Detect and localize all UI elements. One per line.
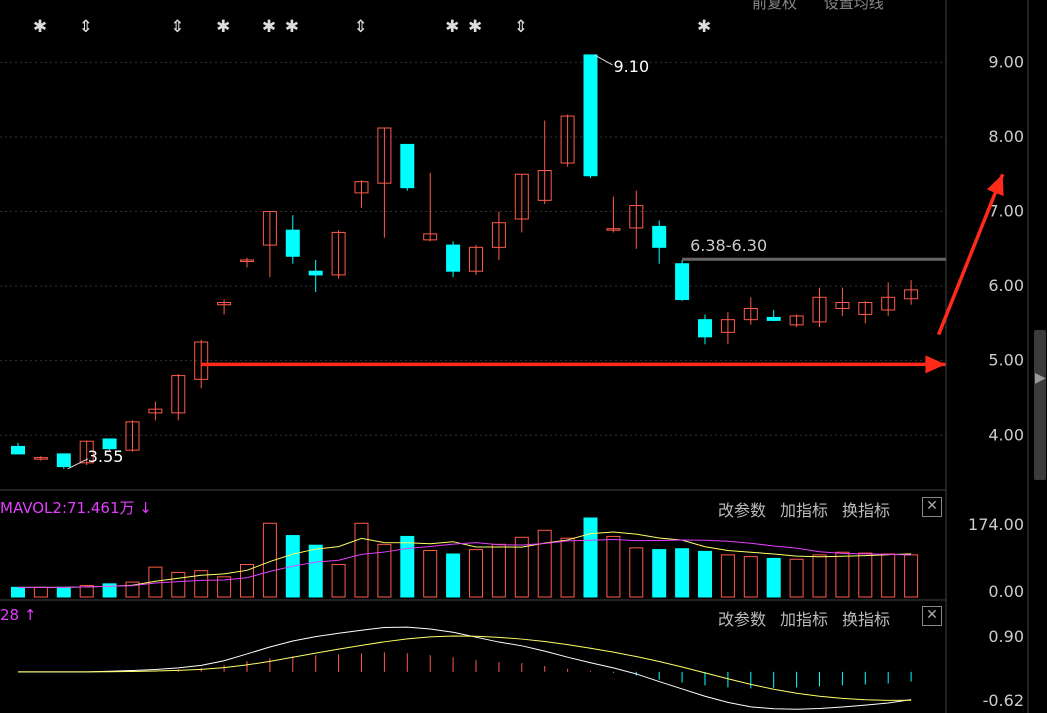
event-marker-icon[interactable]: ✱ <box>262 17 276 37</box>
candle-body[interactable] <box>446 244 461 272</box>
volume-bar[interactable] <box>240 564 254 598</box>
volume-bar[interactable] <box>789 558 804 598</box>
event-marker-icon[interactable]: ✱ <box>216 17 230 37</box>
link-set-ma[interactable]: 设置均线 <box>824 0 884 12</box>
event-marker-icon[interactable]: ⇕ <box>170 17 184 37</box>
macd-dif-line <box>18 626 912 710</box>
price-tick-label: 6.00 <box>988 276 1024 295</box>
macd-tick-label: -0.62 <box>983 691 1024 710</box>
volume-bar[interactable] <box>171 571 186 598</box>
price-tick-label: 9.00 <box>988 52 1024 71</box>
volume-add-indicator-button[interactable]: 加指标 <box>780 497 828 521</box>
candle-body[interactable] <box>400 143 415 189</box>
candle-body[interactable] <box>675 263 690 301</box>
volume-bar[interactable] <box>469 549 483 598</box>
price-tick-label: 4.00 <box>988 425 1024 444</box>
event-marker-icon[interactable]: ⇕ <box>79 17 93 37</box>
volume-switch-indicator-button[interactable]: 换指标 <box>842 497 890 521</box>
volume-bar[interactable] <box>400 535 415 598</box>
volume-bar[interactable] <box>354 522 369 598</box>
top-links: 前复权 设置均线 <box>752 0 906 13</box>
macd-indicator-label: 28 ↑ <box>0 606 37 624</box>
volume-bar[interactable] <box>423 549 438 598</box>
gap-line <box>682 257 946 261</box>
volume-bar[interactable] <box>583 517 598 598</box>
volume-bar[interactable] <box>491 543 506 598</box>
volume-bar[interactable] <box>720 554 735 598</box>
volume-toolbar: 改参数 加指标 换指标 <box>718 497 904 521</box>
macd-change-params-button[interactable]: 改参数 <box>718 606 766 630</box>
candle-body[interactable] <box>652 225 667 248</box>
volume-bar[interactable] <box>56 586 71 598</box>
volume-bar[interactable] <box>331 564 346 598</box>
volume-bar[interactable] <box>881 553 896 598</box>
price-tick-label: 7.00 <box>988 202 1024 221</box>
high-price-label: 9.10 <box>614 57 650 76</box>
volume-bar[interactable] <box>537 529 552 598</box>
candle-body[interactable] <box>766 316 781 321</box>
red-arrow-line <box>936 173 1005 336</box>
stock-chart-window: 4.00 5.00 6.00 7.00 8.00 9.00 ✱ ⇕ ⇕ ✱ ✱ ✱ ⇕ ✱ ✱ ⇕ ✱ 9.10 3… <box>0 0 1047 713</box>
macd-toolbar: 改参数 加指标 换指标 <box>718 606 904 630</box>
right-scroll-handle[interactable] <box>1034 330 1046 480</box>
candle-body[interactable] <box>11 445 25 455</box>
volume-bar[interactable] <box>11 586 25 598</box>
volume-close-icon[interactable]: ✕ <box>922 497 942 517</box>
red-arrow-head-icon <box>925 355 946 374</box>
gap-range-label: 6.38-6.30 <box>690 236 767 255</box>
volume-bar[interactable] <box>629 547 644 598</box>
volume-bar[interactable] <box>560 537 575 598</box>
volume-bar[interactable] <box>743 556 758 598</box>
volume-tick-label: 0.00 <box>988 582 1024 601</box>
volume-bar[interactable] <box>446 553 461 598</box>
volume-indicator-label: MAVOL2:71.461万 ↓ <box>0 499 152 517</box>
candle-body[interactable] <box>583 54 598 177</box>
volume-bar[interactable] <box>835 551 850 598</box>
macd-add-indicator-button[interactable]: 加指标 <box>780 606 828 630</box>
macd-switch-indicator-button[interactable]: 换指标 <box>842 606 890 630</box>
event-marker-icon[interactable]: ✱ <box>445 17 459 37</box>
volume-bar[interactable] <box>858 552 873 598</box>
candle-body[interactable] <box>698 319 712 338</box>
volume-bar[interactable] <box>904 554 919 598</box>
volume-tick-label: 174.00 <box>968 515 1024 534</box>
volume-bar[interactable] <box>308 544 323 598</box>
volume-bar[interactable] <box>675 548 690 598</box>
price-tick-label: 8.00 <box>988 127 1024 146</box>
price-tick-label: 5.00 <box>988 351 1024 370</box>
event-marker-icon[interactable]: ⇕ <box>514 17 528 37</box>
volume-bar[interactable] <box>33 586 48 598</box>
event-marker-icon[interactable]: ✱ <box>33 17 47 37</box>
low-pointer <box>67 458 89 470</box>
event-marker-icon[interactable]: ✱ <box>285 17 299 37</box>
candle-body[interactable] <box>308 270 323 276</box>
volume-change-params-button[interactable]: 改参数 <box>718 497 766 521</box>
event-marker-icon[interactable]: ✱ <box>468 17 482 37</box>
macd-tick-label: 0.90 <box>988 627 1024 646</box>
volume-bar[interactable] <box>812 554 827 598</box>
event-marker-icon[interactable]: ⇕ <box>353 17 367 37</box>
candle-body[interactable] <box>56 453 71 468</box>
volume-bar[interactable] <box>766 557 781 598</box>
volume-bar[interactable] <box>652 549 667 598</box>
candle-body[interactable] <box>285 229 300 257</box>
expand-arrow-icon[interactable]: ▶ <box>1035 370 1046 386</box>
low-price-label: 3.55 <box>88 447 124 466</box>
event-marker-icon[interactable]: ✱ <box>697 17 711 37</box>
macd-dea-line <box>18 635 912 701</box>
link-adjustment[interactable]: 前复权 <box>752 0 797 12</box>
volume-bar[interactable] <box>698 550 712 598</box>
macd-close-icon[interactable]: ✕ <box>922 606 942 626</box>
volume-bar[interactable] <box>606 535 621 598</box>
